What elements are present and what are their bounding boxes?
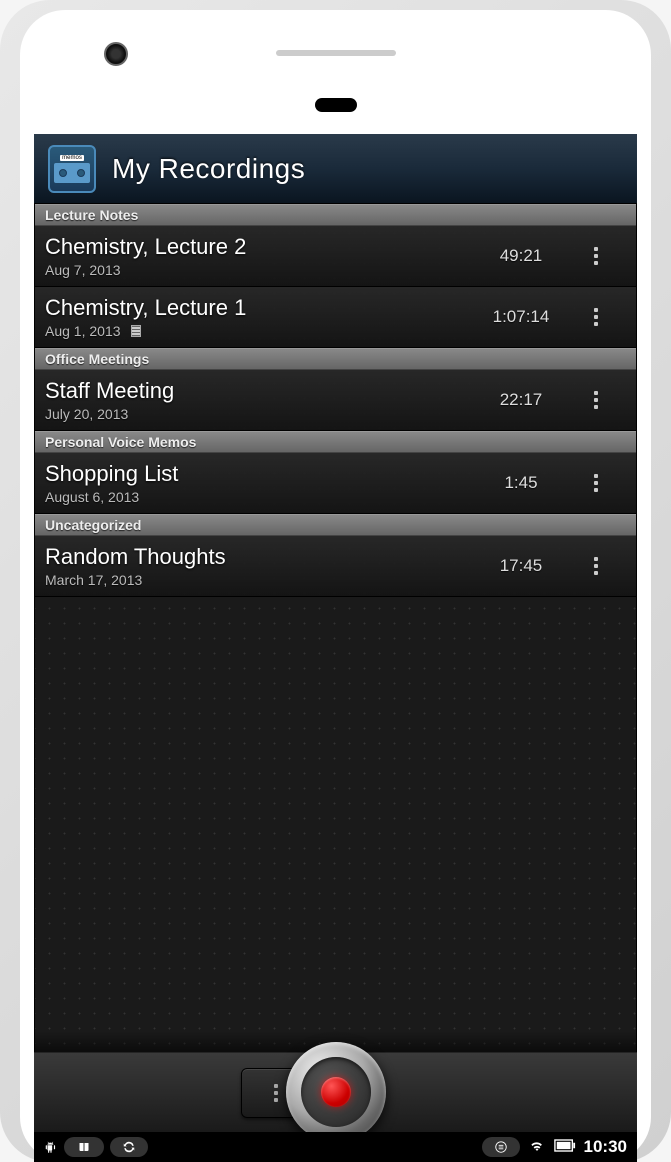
record-button[interactable] — [286, 1042, 386, 1142]
speaker-pill — [315, 98, 357, 112]
more-icon — [594, 247, 598, 265]
section-header: Uncategorized — [35, 514, 636, 536]
earpiece-speaker — [276, 50, 396, 56]
recording-row[interactable]: Chemistry, Lecture 1 Aug 1, 2013 1:07:14 — [35, 287, 636, 348]
more-icon — [274, 1084, 278, 1102]
record-icon — [321, 1077, 351, 1107]
contacts-icon[interactable] — [64, 1137, 104, 1157]
recording-date: August 6, 2013 — [45, 489, 476, 505]
recording-row[interactable]: Random Thoughts March 17, 2013 17:45 — [35, 536, 636, 597]
sync-icon[interactable] — [110, 1137, 148, 1157]
recording-duration: 22:17 — [476, 390, 566, 410]
row-menu-button[interactable] — [566, 247, 626, 265]
page-title: My Recordings — [112, 153, 305, 185]
recording-title: Chemistry, Lecture 2 — [45, 234, 476, 260]
more-icon — [594, 474, 598, 492]
recording-duration: 17:45 — [476, 556, 566, 576]
wifi-icon — [528, 1136, 546, 1158]
recording-title: Chemistry, Lecture 1 — [45, 295, 476, 321]
battery-icon — [554, 1139, 576, 1156]
clock-time: 10:30 — [584, 1137, 627, 1157]
more-icon — [594, 391, 598, 409]
menu-icon[interactable] — [482, 1137, 520, 1157]
cassette-label: memos — [60, 155, 84, 161]
section-header: Lecture Notes — [35, 204, 636, 226]
recording-row[interactable]: Chemistry, Lecture 2 Aug 7, 2013 49:21 — [35, 226, 636, 287]
recording-duration: 1:07:14 — [476, 307, 566, 327]
recording-date: Aug 1, 2013 — [45, 323, 476, 339]
recording-title: Random Thoughts — [45, 544, 476, 570]
recording-date: March 17, 2013 — [45, 572, 476, 588]
phone-frame: memos My Recordings Lecture Notes Chemis… — [0, 0, 671, 1162]
note-icon — [131, 325, 141, 337]
recordings-list[interactable]: Lecture Notes Chemistry, Lecture 2 Aug 7… — [34, 204, 637, 1074]
row-menu-button[interactable] — [566, 308, 626, 326]
recording-title: Staff Meeting — [45, 378, 476, 404]
screen: memos My Recordings Lecture Notes Chemis… — [34, 134, 637, 1162]
record-ring — [301, 1057, 371, 1127]
section-header: Personal Voice Memos — [35, 431, 636, 453]
app-icon[interactable]: memos — [48, 145, 96, 193]
recording-date: July 20, 2013 — [45, 406, 476, 422]
app-header: memos My Recordings — [34, 134, 637, 204]
row-menu-button[interactable] — [566, 391, 626, 409]
recording-date: Aug 7, 2013 — [45, 262, 476, 278]
section-header: Office Meetings — [35, 348, 636, 370]
recording-duration: 49:21 — [476, 246, 566, 266]
front-camera — [104, 42, 128, 66]
android-icon — [44, 1140, 58, 1154]
cassette-icon — [54, 163, 90, 183]
row-menu-button[interactable] — [566, 557, 626, 575]
more-icon — [594, 557, 598, 575]
recording-row[interactable]: Staff Meeting July 20, 2013 22:17 — [35, 370, 636, 431]
row-menu-button[interactable] — [566, 474, 626, 492]
recording-row[interactable]: Shopping List August 6, 2013 1:45 — [35, 453, 636, 514]
system-status-bar: 10:30 — [34, 1132, 637, 1162]
recording-title: Shopping List — [45, 461, 476, 487]
more-icon — [594, 308, 598, 326]
recording-duration: 1:45 — [476, 473, 566, 493]
